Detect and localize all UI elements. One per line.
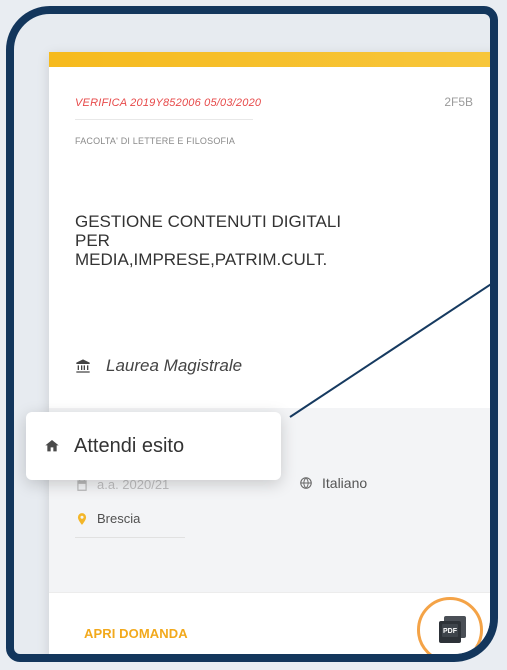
verification-divider bbox=[75, 119, 253, 120]
home-icon bbox=[44, 438, 60, 454]
faculty-name: FACOLTA' DI LETTERE E FILOSOFIA bbox=[75, 136, 236, 146]
bank-icon bbox=[75, 358, 91, 374]
language-text: Italiano bbox=[322, 475, 368, 491]
application-card: VERIFICA 2019Y852006 05/03/2020 2F5B FAC… bbox=[49, 52, 490, 654]
card-top-accent bbox=[49, 52, 490, 67]
degree-info: Laurea Magistrale bbox=[75, 356, 242, 376]
card-footer-divider bbox=[49, 592, 490, 593]
open-application-link[interactable]: APRI DOMANDA bbox=[84, 626, 188, 641]
course-code: 2F5B bbox=[444, 95, 473, 109]
location-info: Brescia bbox=[75, 511, 140, 526]
course-title-line-2: PER bbox=[75, 231, 110, 250]
course-title: GESTIONE CONTENUTI DIGITALI PER MEDIA,IM… bbox=[75, 212, 445, 269]
svg-text:PDF: PDF bbox=[443, 628, 458, 635]
application-card-screen: VERIFICA 2019Y852006 05/03/2020 2F5B FAC… bbox=[0, 0, 507, 670]
location-text: Brescia bbox=[97, 511, 141, 526]
map-pin-icon bbox=[75, 512, 89, 526]
framed-panel: VERIFICA 2019Y852006 05/03/2020 2F5B FAC… bbox=[6, 6, 498, 662]
globe-icon bbox=[299, 476, 313, 490]
verification-label: VERIFICA 2019Y852006 05/03/2020 bbox=[75, 97, 262, 109]
course-title-line-1: GESTIONE CONTENUTI DIGITALI bbox=[75, 212, 342, 231]
location-divider bbox=[75, 537, 185, 538]
status-text: Attendi esito bbox=[74, 434, 185, 457]
degree-type: Laurea Magistrale bbox=[106, 356, 243, 375]
status-popover: Attendi esito bbox=[26, 412, 281, 480]
pdf-download-button[interactable]: PDF bbox=[429, 610, 476, 654]
course-title-line-3: MEDIA,IMPRESE,PATRIM.CULT. bbox=[75, 250, 328, 269]
language-info: Italiano bbox=[299, 475, 367, 491]
pdf-icon: PDF bbox=[434, 612, 472, 654]
